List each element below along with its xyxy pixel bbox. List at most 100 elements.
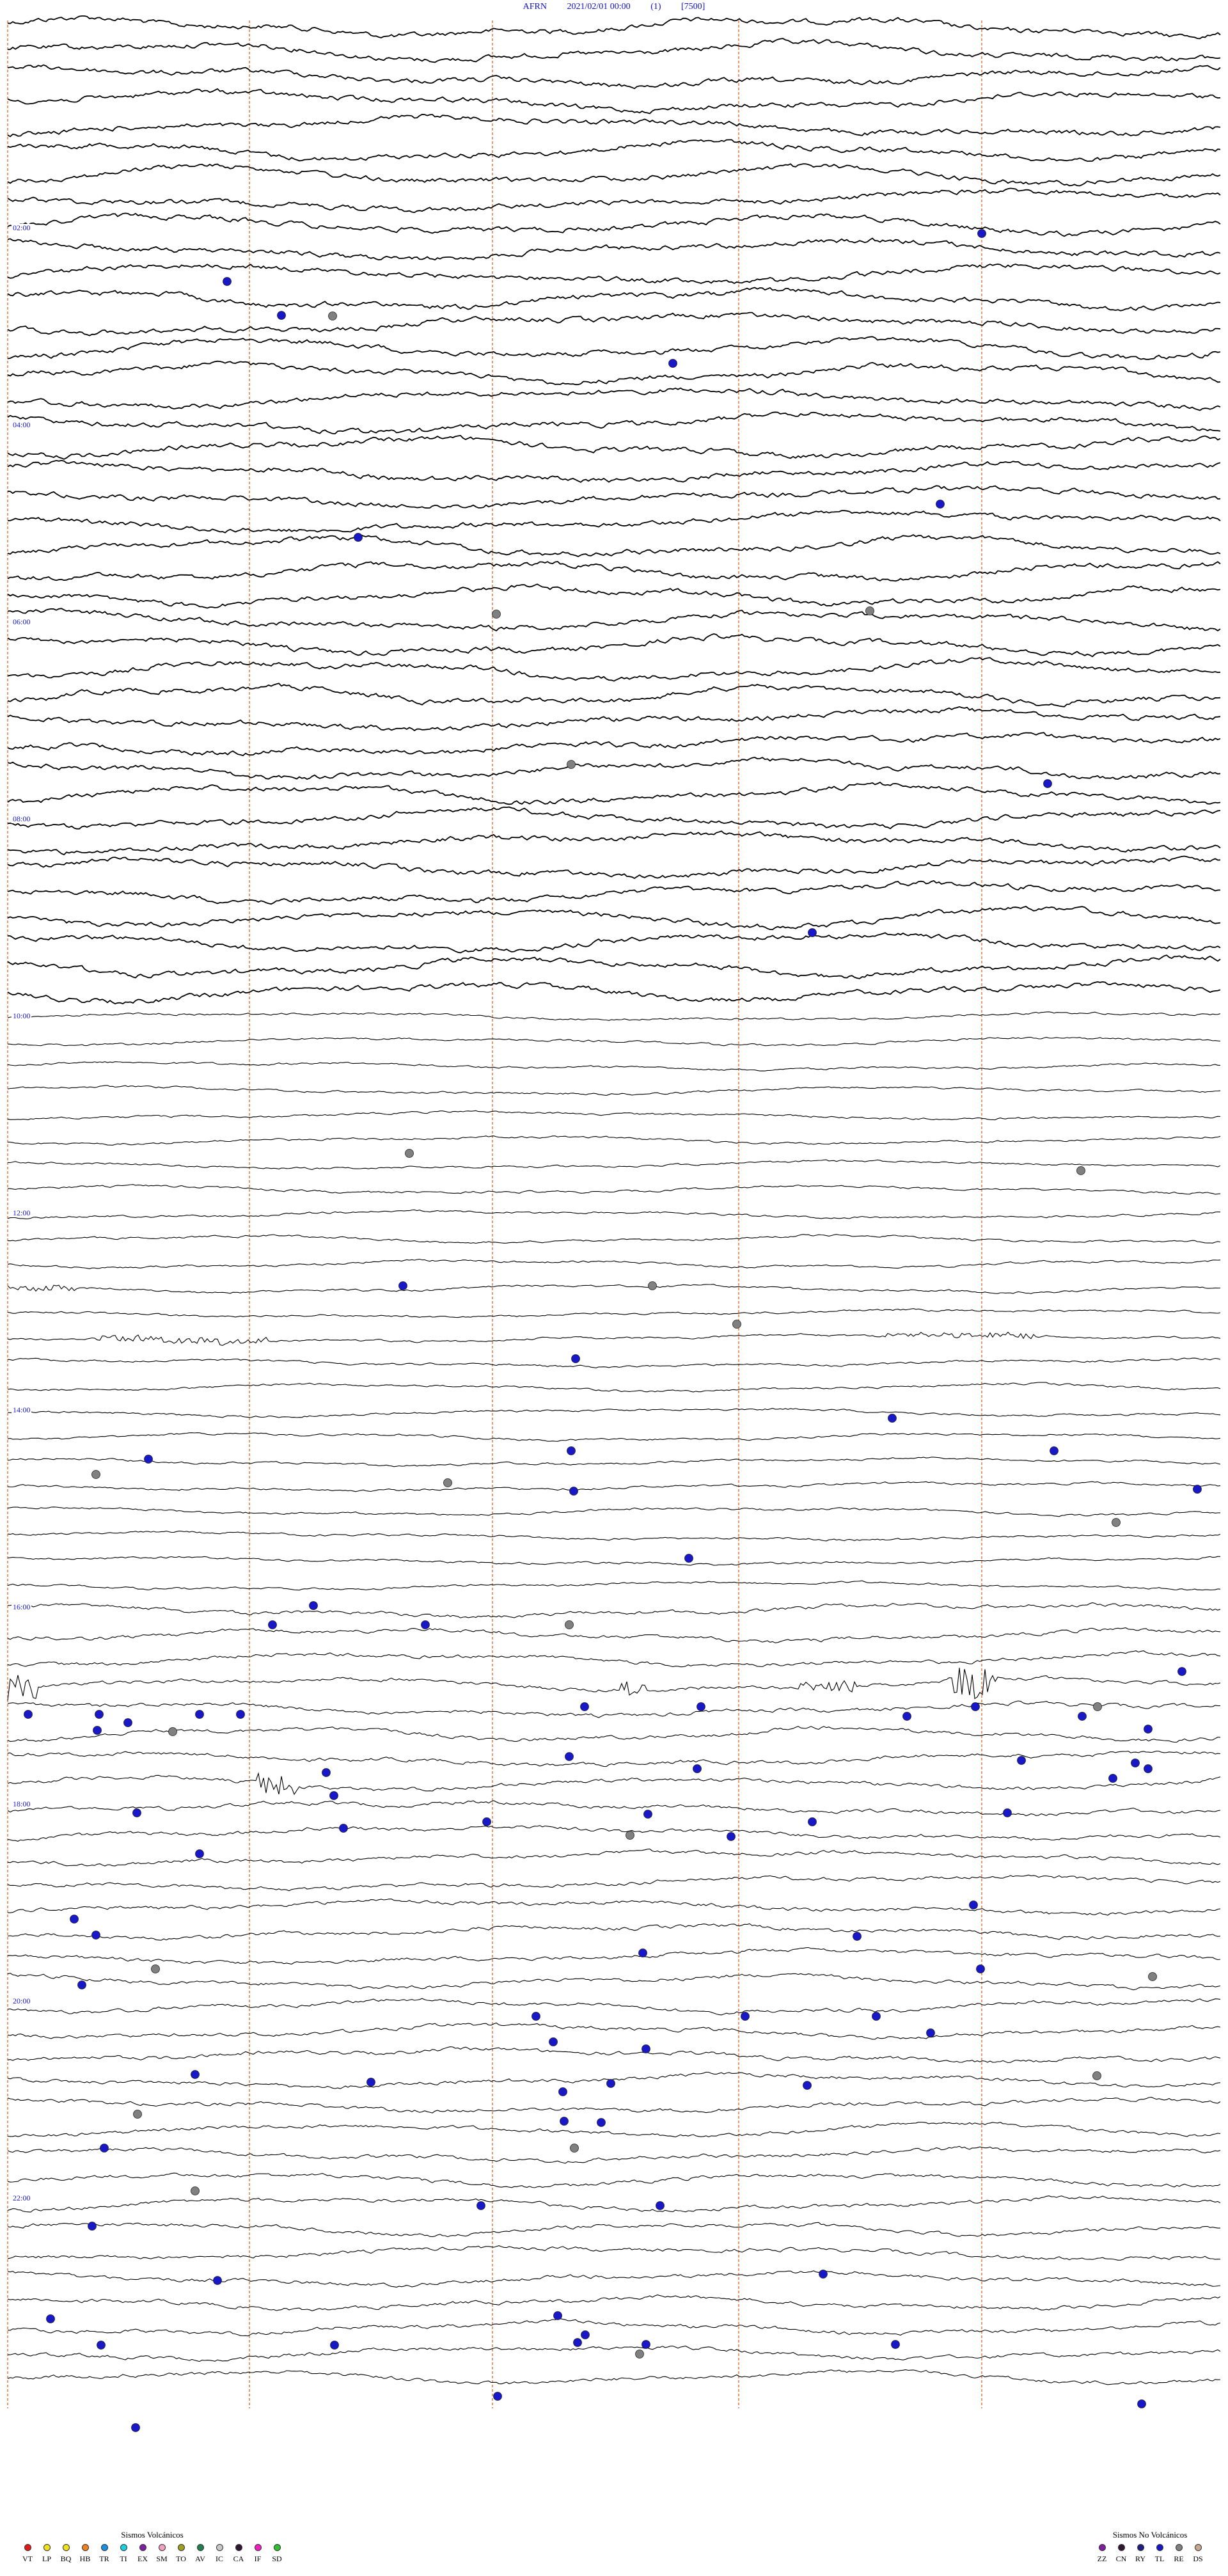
event-marker-dot: [46, 2314, 55, 2323]
event-marker-dot: [580, 1702, 589, 1711]
event-marker-dot: [1092, 2071, 1101, 2080]
event-marker-dot: [1078, 1712, 1087, 1721]
event-marker-dot: [567, 760, 576, 769]
event-marker-dot: [1112, 1518, 1121, 1527]
seismic-trace: [8, 510, 1221, 533]
event-marker-dot: [1093, 1702, 1102, 1711]
legend-item-tr: TR: [96, 2544, 113, 2564]
legend-dot-icon: [1137, 2544, 1144, 2551]
event-marker-dot: [95, 1710, 104, 1719]
event-marker-dot: [91, 1470, 100, 1479]
seismic-trace: [7, 485, 1221, 509]
seismic-trace: [7, 2318, 1221, 2337]
minute-markers: [7, 20, 982, 2408]
seismic-trace: [7, 1700, 1221, 1718]
seismic-trace: [7, 237, 1221, 261]
event-marker-dot: [24, 1710, 33, 1719]
event-marker-dot: [1177, 1667, 1186, 1676]
seismic-trace: [7, 806, 1221, 830]
seismic-trace: [7, 608, 1221, 632]
event-marker-dot: [581, 2330, 590, 2339]
seismic-trace: [7, 855, 1221, 880]
event-marker-dot: [1144, 1764, 1153, 1773]
legend-item-to: TO: [173, 2544, 189, 2564]
seismic-trace: [7, 2145, 1221, 2164]
event-marker-dot: [366, 2078, 375, 2087]
legend-code: RY: [1135, 2554, 1145, 2563]
seismic-trace: [7, 336, 1221, 360]
event-marker-dot: [131, 2423, 140, 2432]
seismic-trace: [7, 2222, 1220, 2238]
legend-item-ex: EX: [134, 2544, 151, 2564]
legend-nonvolcanic: Sismos No Volcánicos ZZ CN RY TL RE DS: [1094, 2530, 1206, 2564]
seismic-trace: [7, 2195, 1221, 2213]
legend-code: TL: [1154, 2554, 1165, 2563]
seismic-trace: [7, 212, 1221, 237]
seismic-trace: [7, 2345, 1221, 2362]
event-marker-dot: [656, 2201, 665, 2210]
legend-item-tl: TL: [1151, 2544, 1168, 2564]
legend-code: TR: [99, 2554, 109, 2563]
event-marker-dot: [971, 1702, 980, 1711]
seismic-trace: [7, 2046, 1221, 2064]
event-marker-dot: [872, 2012, 881, 2021]
event-marker-dot: [329, 1791, 338, 1800]
event-marker-dot: [565, 1620, 574, 1629]
hour-label: 20:00: [12, 1996, 32, 2005]
seismic-trace: [7, 1408, 1221, 1418]
event-marker-dot: [88, 2222, 97, 2231]
event-marker-dot: [354, 533, 363, 542]
event-marker-dot: [642, 2340, 650, 2349]
seismic-trace: [7, 312, 1221, 336]
seismic-trace: [7, 932, 1221, 954]
seismic-trace: [7, 583, 1221, 609]
seismic-trace: [7, 1209, 1221, 1219]
seismic-trace: [7, 1432, 1221, 1442]
event-marker-dot: [565, 1752, 574, 1761]
seismic-trace: [7, 387, 1221, 411]
seismic-trace: [7, 139, 1221, 162]
seismic-trace: [7, 459, 1221, 483]
legend-dot-icon: [254, 2544, 262, 2551]
hour-label: 02:00: [12, 223, 32, 232]
legend-dot-icon: [43, 2544, 51, 2551]
seismic-trace: [7, 1899, 1221, 1916]
event-marker-dot: [531, 2012, 540, 2021]
seismic-trace: [7, 1947, 1221, 1965]
event-marker-dot: [684, 1554, 693, 1563]
seismic-trace: [7, 1998, 1221, 2016]
event-marker-dot: [339, 1824, 348, 1833]
event-marker-dot: [808, 928, 817, 937]
seismic-trace: [7, 533, 1221, 557]
event-marker-dot: [803, 2081, 812, 2090]
legend-item-hb: HB: [77, 2544, 93, 2564]
event-marker-dot: [1050, 1446, 1059, 1455]
legend-dot-icon: [216, 2544, 223, 2551]
seismic-trace: [7, 830, 1221, 856]
event-marker-dot: [277, 311, 286, 320]
event-marker-dot: [606, 2079, 615, 2088]
event-marker-dot: [191, 2070, 200, 2079]
legend-dot-icon: [1117, 2544, 1125, 2551]
seismic-trace: [7, 2096, 1221, 2114]
seismic-trace: [7, 411, 1221, 434]
event-marker-dot: [865, 606, 874, 615]
legend-volcanic: Sismos Volcánicos VT LP BQ HB TR TI EX SM TO AV IC…: [19, 2530, 285, 2564]
hour-label: 06:00: [12, 617, 32, 626]
event-marker-dot: [322, 1768, 331, 1777]
event-marker-dot: [573, 2338, 582, 2347]
seismic-trace: [7, 434, 1221, 460]
seismic-trace: [7, 2121, 1221, 2138]
seismic-trace: [7, 1357, 1221, 1368]
event-marker-dot: [969, 1900, 978, 1909]
event-marker-dot: [1137, 2399, 1146, 2408]
seismic-trace: [7, 1481, 1221, 1492]
legend-dot-icon: [1156, 2544, 1163, 2551]
legend-code: TI: [120, 2554, 127, 2563]
seismic-trace: [7, 1874, 1221, 1892]
seismic-trace: [7, 1184, 1221, 1195]
legend-code: BQ: [60, 2554, 72, 2563]
hour-label: 18:00: [12, 1799, 32, 1808]
seismic-trace: [7, 187, 1221, 214]
seismic-trace: [7, 1848, 1221, 1867]
